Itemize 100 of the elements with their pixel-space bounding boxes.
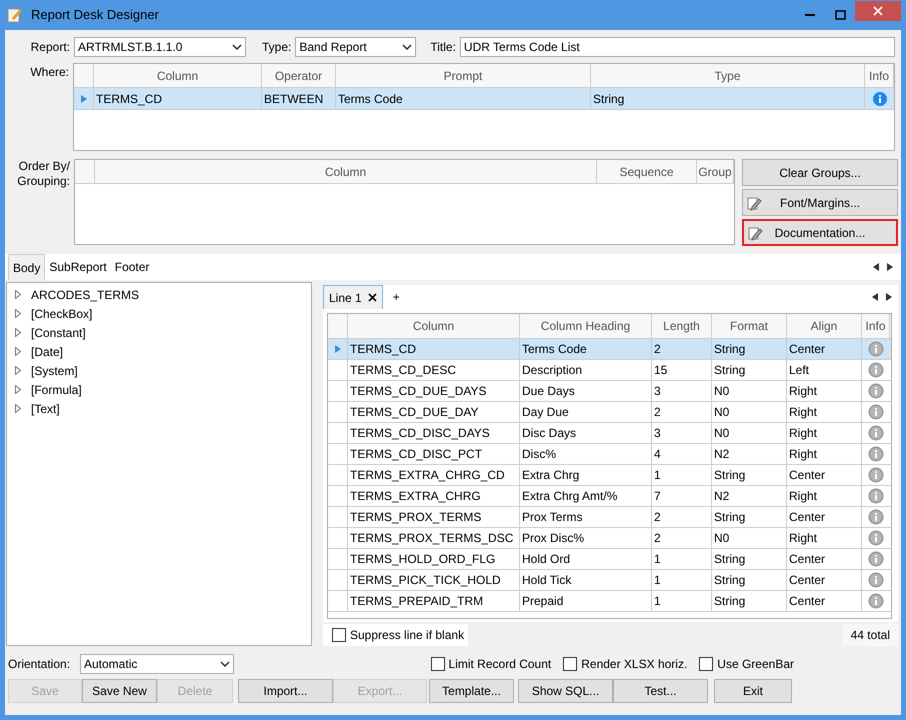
info-icon[interactable] <box>872 92 886 106</box>
close-icon[interactable] <box>368 293 377 302</box>
report-dropdown[interactable]: ARTRMLST.B.1.1.0 <box>74 37 246 57</box>
tree-item[interactable]: [System] <box>31 362 78 380</box>
column-header[interactable]: Type <box>591 64 865 87</box>
expand-icon[interactable] <box>15 366 21 375</box>
column-header[interactable]: Group <box>697 160 734 183</box>
caret-icon <box>402 44 412 50</box>
expand-icon[interactable] <box>15 290 21 299</box>
table-cell: Right <box>787 528 862 548</box>
tree-item[interactable]: [Constant] <box>31 324 86 342</box>
column-header[interactable]: Operator <box>262 64 336 87</box>
expand-icon[interactable] <box>15 404 21 413</box>
field-row[interactable]: TERMS_CD_DUE_DAYS Due Days 3 N0 Right <box>328 381 891 402</box>
field-row[interactable]: TERMS_EXTRA_CHRG Extra Chrg Amt/% 7 N2 Right <box>328 486 891 507</box>
column-header[interactable]: Info <box>865 64 894 87</box>
table-cell: Extra Chrg <box>520 465 652 485</box>
info-icon[interactable] <box>868 488 884 504</box>
action-button[interactable]: Show SQL... <box>518 679 613 703</box>
info-icon[interactable] <box>868 572 884 588</box>
table-cell: Center <box>787 591 862 611</box>
action-button[interactable]: Save New <box>82 679 157 703</box>
side-button[interactable]: Font/Margins... <box>742 189 898 216</box>
info-icon[interactable] <box>868 593 884 609</box>
scroll-left-icon[interactable] <box>872 293 878 301</box>
field-row[interactable]: TERMS_CD_DESC Description 15 String Left <box>328 360 891 381</box>
tree-item[interactable]: [Text] <box>31 400 60 418</box>
field-row[interactable]: TERMS_EXTRA_CHRG_CD Extra Chrg 1 String Center <box>328 465 891 486</box>
tree-item[interactable]: ARCODES_TERMS <box>31 286 140 304</box>
info-icon[interactable] <box>868 362 884 378</box>
report-label: Report: <box>30 39 70 56</box>
section-tab[interactable]: Footer <box>110 254 154 280</box>
table-cell: TERMS_CD_DESC <box>348 360 520 380</box>
table-cell: String <box>712 507 787 527</box>
info-icon[interactable] <box>868 404 884 420</box>
info-icon[interactable] <box>868 446 884 462</box>
tree-item[interactable]: [CheckBox] <box>31 304 92 322</box>
column-header[interactable]: Column <box>348 314 520 338</box>
section-tab[interactable]: SubReport <box>45 254 111 280</box>
column-header[interactable]: Info <box>862 314 890 338</box>
field-row[interactable]: TERMS_CD_DUE_DAY Day Due 2 N0 Right <box>328 402 891 423</box>
info-icon[interactable] <box>868 425 884 441</box>
type-dropdown[interactable]: Band Report <box>295 37 416 57</box>
section-tab[interactable]: Body <box>8 254 46 280</box>
side-button[interactable]: Clear Groups... <box>742 159 898 186</box>
expand-icon[interactable] <box>15 385 21 394</box>
scroll-left-icon[interactable] <box>873 263 879 271</box>
action-button[interactable]: Template... <box>429 679 514 703</box>
title-label: Title: <box>430 39 456 56</box>
expand-icon[interactable] <box>15 328 21 337</box>
orientation-dropdown[interactable]: Automatic <box>80 654 234 674</box>
info-icon[interactable] <box>868 341 884 357</box>
column-header[interactable]: Length <box>652 314 712 338</box>
field-row[interactable]: TERMS_HOLD_ORD_FLG Hold Ord 1 String Center <box>328 549 891 570</box>
action-button[interactable]: Import... <box>238 679 333 703</box>
caret-icon <box>220 661 230 667</box>
info-icon[interactable] <box>868 383 884 399</box>
action-button[interactable]: Test... <box>613 679 708 703</box>
column-header[interactable]: Format <box>712 314 787 338</box>
column-header[interactable]: Prompt <box>336 64 591 87</box>
scroll-right-icon[interactable] <box>886 293 892 301</box>
checkbox[interactable] <box>699 657 714 671</box>
column-header[interactable]: Sequence <box>597 160 697 183</box>
where-row[interactable]: TERMS_CD BETWEEN Terms Code String <box>74 88 894 110</box>
close-button[interactable] <box>855 1 901 21</box>
side-button[interactable]: Documentation... <box>742 219 898 246</box>
info-icon[interactable] <box>868 467 884 483</box>
column-header[interactable]: Column <box>94 64 262 87</box>
checkbox[interactable] <box>332 628 346 642</box>
column-header[interactable]: Column <box>95 160 597 183</box>
field-row[interactable]: TERMS_CD Terms Code 2 String Center <box>328 339 891 360</box>
field-row[interactable]: TERMS_CD_DISC_PCT Disc% 4 N2 Right <box>328 444 891 465</box>
action-button[interactable]: Exit <box>714 679 792 703</box>
expand-icon[interactable] <box>15 309 21 318</box>
tree-item[interactable]: [Formula] <box>31 380 82 398</box>
checkbox[interactable] <box>563 657 578 671</box>
info-icon[interactable] <box>868 509 884 525</box>
checkbox[interactable] <box>430 657 445 671</box>
field-row[interactable]: TERMS_PROX_TERMS_DSC Prox Disc% 2 N0 Right <box>328 528 891 549</box>
scroll-right-icon[interactable] <box>887 263 893 271</box>
info-icon[interactable] <box>868 530 884 546</box>
table-cell: Left <box>787 360 862 380</box>
field-row[interactable]: TERMS_CD_DISC_DAYS Disc Days 3 N0 Right <box>328 423 891 444</box>
table-cell: Terms Code <box>336 88 591 109</box>
column-header[interactable]: Column Heading <box>520 314 652 338</box>
table-cell: 3 <box>652 423 712 443</box>
expand-icon[interactable] <box>15 347 21 356</box>
field-row[interactable]: TERMS_PREPAID_TRM Prepaid 1 String Center <box>328 591 891 612</box>
info-icon[interactable] <box>868 551 884 567</box>
table-cell: TERMS_PROX_TERMS_DSC <box>348 528 520 548</box>
table-cell: Right <box>787 381 862 401</box>
add-tab-button[interactable]: + <box>382 288 410 306</box>
line-tab[interactable]: Line 1 <box>323 285 383 309</box>
tree-item[interactable]: [Date] <box>31 342 64 360</box>
title-field[interactable]: UDR Terms Code List <box>460 37 895 57</box>
field-row[interactable]: TERMS_PROX_TERMS Prox Terms 2 String Center <box>328 507 891 528</box>
table-cell: 1 <box>652 549 712 569</box>
table-cell: TERMS_CD <box>94 88 262 109</box>
column-header[interactable]: Align <box>787 314 862 338</box>
field-row[interactable]: TERMS_PICK_TICK_HOLD Hold Tick 1 String Center <box>328 570 891 591</box>
